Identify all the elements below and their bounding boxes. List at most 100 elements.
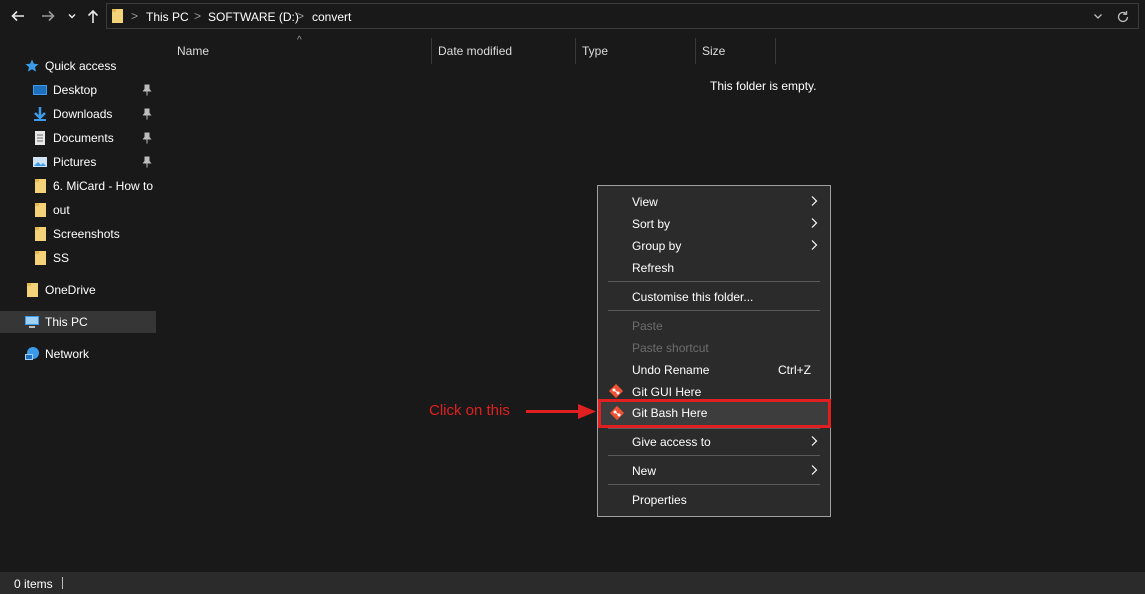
sidebar-item-label: Downloads <box>53 107 113 121</box>
sidebar-item-label: This PC <box>45 315 88 329</box>
menu-item-properties[interactable]: Properties <box>598 488 830 510</box>
menu-item-label: Sort by <box>632 217 671 231</box>
column-header-name[interactable]: Name <box>171 38 431 64</box>
menu-item-git-bash-here[interactable]: Git Bash Here <box>598 399 831 428</box>
breadcrumb-software-drive[interactable]: SOFTWARE (D:) <box>208 10 299 24</box>
pin-icon[interactable] <box>142 108 152 120</box>
navigation-bar: > This PC > SOFTWARE (D:) > convert <box>0 0 1145 32</box>
status-bar: 0 items <box>0 572 1145 594</box>
sidebar-item-label: 6. MiCard - How to <box>53 179 154 193</box>
download-icon <box>34 107 46 121</box>
chevron-right-icon <box>811 196 818 206</box>
breadcrumb-separator: > <box>297 9 305 23</box>
up-button[interactable] <box>84 4 102 28</box>
sidebar-item-label: Quick access <box>45 59 117 73</box>
menu-item-label: Group by <box>632 239 682 253</box>
sidebar-item-out[interactable]: out <box>0 199 156 221</box>
menu-item-paste-shortcut: Paste shortcut <box>598 336 830 358</box>
menu-separator <box>608 455 820 456</box>
menu-item-label: Customise this folder... <box>632 290 754 304</box>
menu-item-view[interactable]: View <box>598 190 830 212</box>
folder-icon <box>35 227 46 241</box>
arrow-up-icon <box>87 9 99 23</box>
menu-item-label: View <box>632 195 658 209</box>
column-divider[interactable] <box>775 38 776 64</box>
breadcrumb-this-pc[interactable]: This PC <box>146 10 189 24</box>
breadcrumb-separator: > <box>131 9 139 23</box>
sidebar-item-micard[interactable]: 6. MiCard - How to <box>0 175 156 197</box>
breadcrumb-separator: > <box>194 9 202 23</box>
menu-separator <box>608 428 820 429</box>
pin-icon[interactable] <box>142 132 152 144</box>
chevron-right-icon <box>811 436 818 446</box>
address-bar[interactable]: > This PC > SOFTWARE (D:) > convert <box>106 3 1139 29</box>
sidebar-item-desktop[interactable]: Desktop <box>0 79 156 101</box>
arrow-left-icon <box>11 10 24 22</box>
menu-item-label: Git GUI Here <box>632 385 702 399</box>
menu-item-new[interactable]: New <box>598 459 830 481</box>
menu-item-refresh[interactable]: Refresh <box>598 256 830 278</box>
chevron-right-icon <box>811 240 818 250</box>
menu-item-label: Refresh <box>632 261 675 275</box>
menu-item-group-by[interactable]: Group by <box>598 234 830 256</box>
menu-item-label: Give access to <box>632 435 711 449</box>
sidebar-item-label: OneDrive <box>45 283 96 297</box>
menu-item-paste: Paste <box>598 314 830 336</box>
item-count: 0 items <box>14 577 53 591</box>
menu-item-label: Properties <box>632 493 687 507</box>
sidebar-item-label: Network <box>45 347 90 361</box>
empty-folder-message: This folder is empty. <box>710 79 817 93</box>
menu-item-customise-folder[interactable]: Customise this folder... <box>598 285 830 307</box>
pin-icon[interactable] <box>142 84 152 96</box>
network-icon <box>25 347 39 360</box>
menu-item-label: Git Bash Here <box>632 406 708 420</box>
pictures-icon <box>33 157 47 167</box>
menu-item-shortcut: Ctrl+Z <box>778 363 811 377</box>
menu-separator <box>608 310 820 311</box>
menu-item-give-access-to[interactable]: Give access to <box>598 430 830 452</box>
forward-button[interactable] <box>38 4 58 28</box>
chevron-down-icon[interactable] <box>1092 10 1104 22</box>
documents-icon <box>35 131 45 145</box>
sidebar-item-documents[interactable]: Documents <box>0 127 156 149</box>
sidebar-item-downloads[interactable]: Downloads <box>0 103 156 125</box>
menu-item-label: Paste <box>632 319 663 333</box>
menu-item-label: Paste shortcut <box>632 341 709 355</box>
refresh-icon[interactable] <box>1115 9 1131 25</box>
recent-locations-button[interactable] <box>64 4 80 28</box>
sidebar-item-label: SS <box>53 251 70 265</box>
sidebar-item-quick-access[interactable]: Quick access <box>0 55 156 77</box>
star-icon <box>25 59 39 72</box>
folder-icon <box>27 283 38 297</box>
sidebar-item-network[interactable]: Network <box>0 343 156 365</box>
column-header-label: Name <box>177 44 210 58</box>
pin-icon[interactable] <box>142 156 152 168</box>
context-menu-lower: Give access to New Properties <box>597 428 831 517</box>
column-header-type[interactable]: Type <box>576 38 696 64</box>
menu-separator <box>608 484 820 485</box>
folder-icon <box>35 251 46 265</box>
annotation-arrow-icon <box>526 404 596 419</box>
menu-item-label: Undo Rename <box>632 363 710 377</box>
menu-item-label: New <box>632 464 657 478</box>
sidebar-item-onedrive[interactable]: OneDrive <box>0 279 156 301</box>
menu-item-undo-rename[interactable]: Undo Rename Ctrl+Z <box>598 358 830 380</box>
sidebar-item-this-pc[interactable]: This PC <box>0 311 156 333</box>
breadcrumb-convert[interactable]: convert <box>312 10 351 24</box>
folder-icon <box>35 179 46 193</box>
git-icon <box>608 383 624 399</box>
column-header-size[interactable]: Size <box>696 38 776 64</box>
sidebar-item-label: Desktop <box>53 83 98 97</box>
chevron-down-icon <box>68 13 76 19</box>
navigation-pane: Quick access Desktop Downloads Documents <box>0 38 158 571</box>
sidebar-item-label: Documents <box>53 131 114 145</box>
computer-icon <box>25 316 39 328</box>
menu-item-sort-by[interactable]: Sort by <box>598 212 830 234</box>
back-button[interactable] <box>8 4 28 28</box>
sidebar-item-ss[interactable]: SS <box>0 247 156 269</box>
column-header-label: Date modified <box>438 44 513 58</box>
sidebar-item-screenshots[interactable]: Screenshots <box>0 223 156 245</box>
sidebar-item-pictures[interactable]: Pictures <box>0 151 156 173</box>
column-header-date-modified[interactable]: Date modified <box>432 38 576 64</box>
folder-icon <box>35 203 46 217</box>
